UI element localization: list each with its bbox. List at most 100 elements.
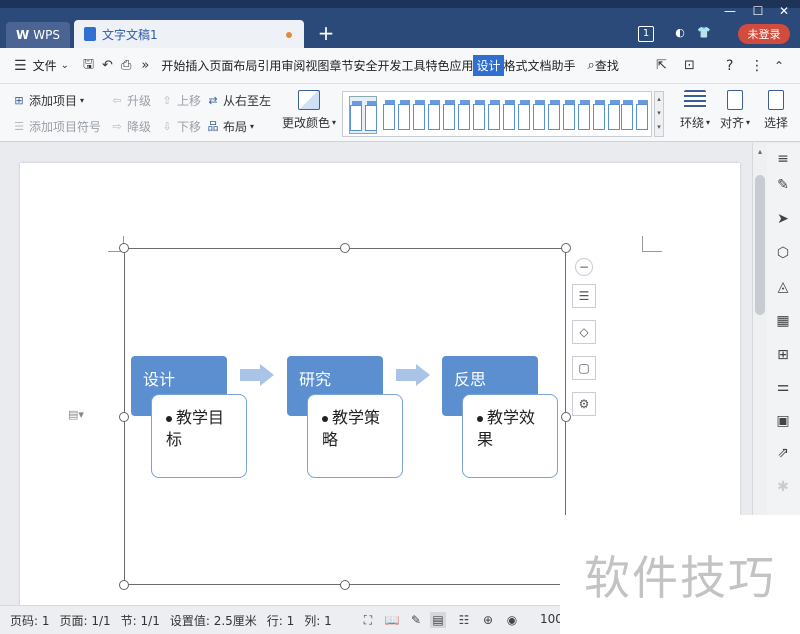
pointer-icon[interactable]: ➤ — [773, 209, 793, 229]
resize-handle-bc[interactable] — [340, 580, 350, 590]
page-view-icon[interactable]: ▤ — [430, 612, 446, 628]
style-thumb-8[interactable] — [563, 96, 591, 134]
publish-icon[interactable]: ⊡ — [684, 58, 695, 73]
node-1-card[interactable]: 教学目 标 — [151, 394, 247, 478]
help-icon[interactable]: ? — [726, 58, 733, 74]
resize-handle-mr[interactable] — [561, 412, 571, 422]
export-icon[interactable]: ⇗ — [773, 443, 793, 463]
move-down-button[interactable]: ⇩ 下移 — [160, 118, 201, 135]
print-icon[interactable]: ⎙ — [121, 58, 131, 73]
layout-button[interactable]: 品 布局 ▾ — [206, 118, 255, 135]
outline-icon[interactable]: ▢ — [572, 356, 596, 380]
move-up-button[interactable]: ⇧ 上移 — [160, 92, 201, 109]
change-color-button[interactable]: 更改颜色 ▾ — [282, 90, 336, 131]
gallery-scroll[interactable]: ▴ ▾ ▾ — [654, 91, 664, 137]
resize-handle-ml[interactable] — [119, 412, 129, 422]
style-thumb-9[interactable] — [593, 96, 621, 134]
style-thumb-10[interactable] — [621, 96, 649, 134]
paragraph-anchor-icon[interactable]: ▤▾ — [68, 408, 84, 421]
menu-item-9[interactable]: 特色应用 — [425, 57, 473, 74]
resize-handle-tr[interactable] — [561, 243, 571, 253]
menu-search[interactable]: 查找 — [595, 57, 619, 74]
status-section[interactable]: 节: 1/1 — [121, 612, 160, 629]
collapse-minus-icon[interactable]: − — [575, 258, 593, 276]
outline-view-icon[interactable]: ☷ — [456, 612, 472, 628]
undo-history-icon[interactable]: ↶ — [102, 58, 113, 73]
menu-file[interactable]: 文件 — [33, 57, 57, 74]
fullscreen-icon[interactable]: ⛶ — [360, 612, 376, 628]
menu-item-0[interactable]: 开始 — [161, 57, 185, 74]
style-gallery[interactable] — [342, 91, 652, 137]
menu-item-4[interactable]: 审阅 — [281, 57, 305, 74]
style-thumb-3[interactable] — [413, 96, 441, 134]
shapes-icon[interactable]: ⬡ — [773, 243, 793, 263]
save-icon[interactable]: 🖫 — [83, 55, 94, 77]
status-row[interactable]: 行: 1 — [267, 612, 295, 629]
style-thumb-5[interactable] — [473, 96, 501, 134]
skin-icon[interactable]: 👕 — [696, 26, 712, 42]
more-icon[interactable]: ⋮ — [750, 58, 764, 74]
table-icon[interactable]: ▦ — [773, 311, 793, 331]
maximize-icon[interactable]: ☐ — [748, 4, 768, 20]
new-tab-button[interactable]: + — [314, 22, 338, 46]
menu-item-8[interactable]: 开发工具 — [377, 57, 425, 74]
more-tabs-icon[interactable]: » — [141, 58, 149, 73]
resize-handle-bl[interactable] — [119, 580, 129, 590]
menu-item-6[interactable]: 章节 — [329, 57, 353, 74]
layout-options-icon[interactable]: ☰ — [572, 284, 596, 308]
style-thumb-7[interactable] — [533, 96, 561, 134]
scroll-up-icon[interactable]: ▴ — [753, 147, 767, 156]
status-page-number[interactable]: 页码: 1 — [10, 612, 50, 629]
tab-document[interactable]: 文字文稿1 — [74, 20, 304, 48]
menu-item-12[interactable]: 文档助手 — [528, 57, 576, 74]
pen-icon[interactable]: ✎ — [773, 175, 793, 195]
node-2-card[interactable]: 教学策 略 — [307, 394, 403, 478]
add-bullet-button[interactable]: ☰ 添加项目符号 — [12, 118, 101, 135]
status-pages[interactable]: 页面: 1/1 — [60, 612, 111, 629]
image-icon[interactable]: ▣ — [773, 411, 793, 431]
add-item-button[interactable]: ⊞ 添加项目 ▾ — [12, 92, 84, 109]
wrap-button[interactable]: 环绕 ▾ — [680, 90, 710, 131]
hamburger-icon[interactable]: ☰ — [14, 58, 27, 74]
right-to-left-button[interactable]: ⇄ 从右至左 — [206, 92, 271, 109]
menu-item-11[interactable]: 格式 — [504, 57, 528, 74]
menu-item-1[interactable]: 插入 — [185, 57, 209, 74]
menu-item-7[interactable]: 安全 — [353, 57, 377, 74]
style-thumb-6[interactable] — [503, 96, 531, 134]
chevron-down-icon[interactable]: ⌄ — [61, 60, 69, 71]
status-col[interactable]: 列: 1 — [304, 612, 332, 629]
node-3-card[interactable]: 教学效 果 — [462, 394, 558, 478]
login-button[interactable]: 未登录 — [738, 24, 790, 44]
tab-wps-home[interactable]: W WPS — [6, 22, 70, 48]
style-thumb-1[interactable] — [349, 96, 377, 134]
menu-item-3[interactable]: 引用 — [257, 57, 281, 74]
share-icon[interactable]: ⇱ — [656, 58, 667, 73]
smartart-settings-icon[interactable]: ⚙ — [572, 392, 596, 416]
settings-sliders-icon[interactable]: ⚌ — [773, 377, 793, 397]
fill-icon[interactable]: ◬ — [773, 277, 793, 297]
web-view-icon[interactable]: ⊕ — [480, 612, 496, 628]
plugin-icon[interactable]: ✱ — [773, 477, 793, 497]
status-setting[interactable]: 设置值: 2.5厘米 — [170, 612, 257, 629]
apps-icon[interactable]: ⊞ — [773, 345, 793, 365]
minimize-icon[interactable]: — — [720, 4, 740, 20]
menu-item-2[interactable]: 页面布局 — [209, 57, 257, 74]
eye-protect-icon[interactable]: ◉ — [504, 612, 520, 628]
cloud-icon[interactable]: ◐ — [672, 26, 688, 42]
resize-handle-tl[interactable] — [119, 243, 129, 253]
style-thumb-2[interactable] — [383, 96, 411, 134]
read-mode-icon[interactable]: 📖 — [384, 612, 400, 628]
promote-button[interactable]: ⇦ 升级 — [110, 92, 151, 109]
window-count-badge[interactable]: 1 — [638, 26, 654, 42]
menu-item-5[interactable]: 视图 — [305, 57, 329, 74]
close-icon[interactable]: ✕ — [774, 4, 794, 20]
edit-mode-icon[interactable]: ✎ — [408, 612, 424, 628]
menu-item-10[interactable]: 设计 — [473, 55, 504, 76]
collapse-ribbon-icon[interactable]: ⌃ — [774, 59, 784, 73]
resize-handle-tc[interactable] — [340, 243, 350, 253]
style-fill-icon[interactable]: ◇ — [572, 320, 596, 344]
style-thumb-4[interactable] — [443, 96, 471, 134]
align-button[interactable]: 对齐 ▾ — [720, 90, 750, 131]
sidebar-menu-icon[interactable]: ≡ — [773, 149, 793, 169]
demote-button[interactable]: ⇨ 降级 — [110, 118, 151, 135]
